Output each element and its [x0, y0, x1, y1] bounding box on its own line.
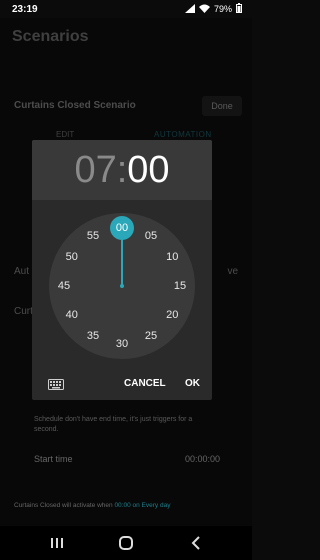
clock-number-00[interactable]: 00 — [112, 221, 132, 235]
status-time: 23:19 — [12, 4, 38, 15]
battery-percent: 79% — [213, 4, 232, 14]
clock-number-40[interactable]: 40 — [62, 308, 82, 322]
time-picker-header: 07:00 — [32, 140, 212, 200]
minute-display[interactable]: 00 — [127, 149, 169, 191]
time-separator: : — [116, 149, 128, 191]
keyboard-icon[interactable] — [48, 377, 64, 390]
back-icon[interactable] — [188, 534, 206, 552]
clock-number-25[interactable]: 25 — [141, 329, 161, 343]
clock-number-35[interactable]: 35 — [83, 329, 103, 343]
time-picker-dialog: 07:00 00 05 10 15 20 25 30 35 40 45 50 55 CANCEL OK — [32, 140, 212, 400]
clock-number-20[interactable]: 20 — [162, 308, 182, 322]
cancel-button[interactable]: CANCEL — [124, 378, 166, 389]
ok-button[interactable]: OK — [185, 378, 200, 389]
clock-dial[interactable]: 00 05 10 15 20 25 30 35 40 45 50 55 — [49, 213, 195, 359]
clock-hand[interactable] — [121, 226, 123, 286]
battery-icon — [236, 3, 242, 15]
clock-number-55[interactable]: 55 — [83, 229, 103, 243]
clock-number-10[interactable]: 10 — [162, 250, 182, 264]
clock-number-45[interactable]: 45 — [54, 279, 74, 293]
status-icons: 79% — [184, 3, 242, 15]
hour-display[interactable]: 07 — [74, 149, 116, 191]
signal-icon — [184, 3, 195, 15]
clock-number-15[interactable]: 15 — [170, 279, 190, 293]
clock-center — [120, 284, 124, 288]
recents-icon[interactable] — [48, 534, 66, 552]
clock-number-30[interactable]: 30 — [112, 337, 132, 351]
status-bar: 23:19 79% — [0, 0, 252, 18]
clock-number-50[interactable]: 50 — [62, 250, 82, 264]
clock-number-05[interactable]: 05 — [141, 229, 161, 243]
home-icon[interactable] — [117, 534, 135, 552]
wifi-icon — [198, 4, 210, 15]
navigation-bar — [0, 526, 252, 560]
time-display: 07:00 — [32, 148, 212, 192]
